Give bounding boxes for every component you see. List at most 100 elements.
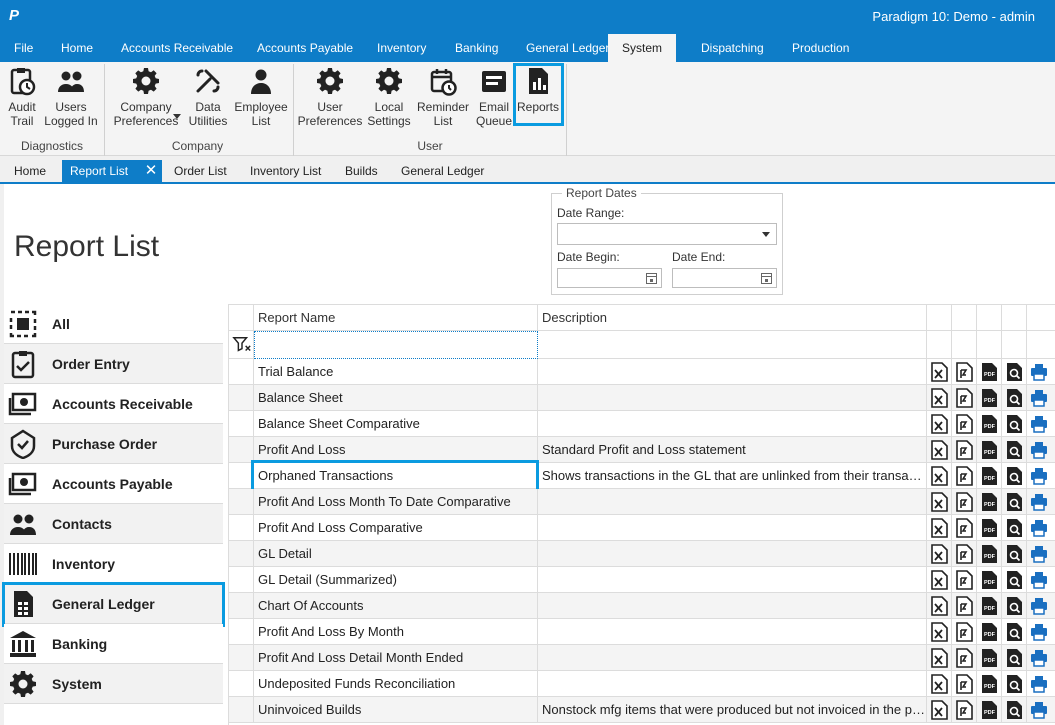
table-row[interactable]: Balance Sheet PDF	[229, 385, 1055, 411]
excel-export-icon[interactable]	[930, 492, 948, 512]
excel-export-icon[interactable]	[930, 700, 948, 720]
print-icon[interactable]	[1030, 362, 1048, 382]
description-cell[interactable]	[538, 489, 927, 514]
word-export-icon[interactable]	[955, 674, 973, 694]
print-icon[interactable]	[1030, 596, 1048, 616]
word-export-icon[interactable]	[955, 570, 973, 590]
preview-icon[interactable]	[1005, 700, 1023, 720]
excel-export-icon[interactable]	[930, 622, 948, 642]
report-name-cell[interactable]: Balance Sheet	[254, 385, 538, 410]
preview-icon[interactable]	[1005, 570, 1023, 590]
preview-icon[interactable]	[1005, 388, 1023, 408]
excel-export-icon[interactable]	[930, 440, 948, 460]
date-range-select[interactable]	[557, 223, 777, 245]
pdf-export-icon[interactable]: PDF	[980, 518, 998, 538]
report-name-cell[interactable]: Balance Sheet Comparative	[254, 411, 538, 436]
word-export-icon[interactable]	[955, 544, 973, 564]
word-export-icon[interactable]	[955, 388, 973, 408]
sidebar-item-contacts[interactable]: Contacts	[4, 504, 223, 544]
menu-dispatching[interactable]: Dispatching	[701, 34, 764, 62]
table-row[interactable]: Trial Balance PDF	[229, 359, 1055, 385]
tab-report-list[interactable]: Report List	[62, 160, 140, 182]
ribbon-employee-list-button[interactable]: Employee List	[226, 66, 296, 128]
table-row[interactable]: Undeposited Funds Reconciliation PDF	[229, 671, 1055, 697]
description-cell[interactable]	[538, 541, 927, 566]
filter-clear-icon[interactable]	[232, 335, 252, 355]
word-export-icon[interactable]	[955, 596, 973, 616]
sidebar-item-general-ledger[interactable]: General Ledger	[2, 582, 225, 627]
table-row[interactable]: Uninvoiced Builds Nonstock mfg items that…	[229, 697, 1055, 723]
description-cell[interactable]	[538, 671, 927, 696]
preview-icon[interactable]	[1005, 544, 1023, 564]
menu-system[interactable]: System	[608, 34, 677, 62]
calendar-icon[interactable]	[646, 273, 657, 284]
table-row[interactable]: Orphaned Transactions Shows transactions …	[229, 460, 1055, 492]
print-icon[interactable]	[1030, 388, 1048, 408]
word-export-icon[interactable]	[955, 466, 973, 486]
report-name-filter-input[interactable]	[254, 331, 538, 359]
excel-export-icon[interactable]	[930, 414, 948, 434]
word-export-icon[interactable]	[955, 492, 973, 512]
report-name-cell[interactable]: GL Detail	[254, 541, 538, 566]
menu-home[interactable]: Home	[61, 34, 93, 62]
word-export-icon[interactable]	[955, 440, 973, 460]
pdf-export-icon[interactable]: PDF	[980, 596, 998, 616]
preview-icon[interactable]	[1005, 674, 1023, 694]
description-cell[interactable]	[538, 515, 927, 540]
tab-order-list[interactable]: Order List	[174, 160, 227, 182]
word-export-icon[interactable]	[955, 362, 973, 382]
preview-icon[interactable]	[1005, 622, 1023, 642]
preview-icon[interactable]	[1005, 362, 1023, 382]
pdf-export-icon[interactable]: PDF	[980, 440, 998, 460]
description-cell[interactable]	[538, 593, 927, 618]
word-export-icon[interactable]	[955, 700, 973, 720]
report-name-cell[interactable]: Profit And Loss Detail Month Ended	[254, 645, 538, 670]
preview-icon[interactable]	[1005, 414, 1023, 434]
description-cell[interactable]	[538, 411, 927, 436]
pdf-export-icon[interactable]: PDF	[980, 362, 998, 382]
dropdown-arrow-icon[interactable]	[762, 232, 770, 237]
pdf-export-icon[interactable]: PDF	[980, 622, 998, 642]
print-icon[interactable]	[1030, 518, 1048, 538]
table-row[interactable]: Profit And Loss Comparative PDF	[229, 515, 1055, 541]
description-cell[interactable]	[538, 385, 927, 410]
description-cell[interactable]: Nonstock mfg items that were produced bu…	[538, 697, 927, 722]
tab-inventory-list[interactable]: Inventory List	[250, 160, 321, 182]
report-name-cell[interactable]: Chart Of Accounts	[254, 593, 538, 618]
preview-icon[interactable]	[1005, 648, 1023, 668]
table-row[interactable]: GL Detail PDF	[229, 541, 1055, 567]
print-icon[interactable]	[1030, 466, 1048, 486]
table-row[interactable]: Chart Of Accounts PDF	[229, 593, 1055, 619]
print-icon[interactable]	[1030, 700, 1048, 720]
report-name-cell[interactable]: GL Detail (Summarized)	[254, 567, 538, 592]
print-icon[interactable]	[1030, 414, 1048, 434]
date-begin-input[interactable]	[557, 268, 662, 288]
excel-export-icon[interactable]	[930, 648, 948, 668]
print-icon[interactable]	[1030, 544, 1048, 564]
description-cell[interactable]	[538, 567, 927, 592]
preview-icon[interactable]	[1005, 440, 1023, 460]
column-header-report-name[interactable]: Report Name	[254, 305, 538, 331]
tab-home[interactable]: Home	[14, 160, 46, 182]
sidebar-item-banking[interactable]: Banking	[4, 624, 223, 664]
pdf-export-icon[interactable]: PDF	[980, 570, 998, 590]
preview-icon[interactable]	[1005, 596, 1023, 616]
word-export-icon[interactable]	[955, 518, 973, 538]
table-row[interactable]: Profit And Loss By Month PDF	[229, 619, 1055, 645]
sidebar-item-order-entry[interactable]: Order Entry	[4, 344, 223, 384]
preview-icon[interactable]	[1005, 466, 1023, 486]
description-cell[interactable]	[538, 645, 927, 670]
pdf-export-icon[interactable]: PDF	[980, 466, 998, 486]
pdf-export-icon[interactable]: PDF	[980, 674, 998, 694]
report-name-cell[interactable]: Uninvoiced Builds	[254, 697, 538, 722]
pdf-export-icon[interactable]: PDF	[980, 544, 998, 564]
description-cell[interactable]	[538, 359, 927, 384]
word-export-icon[interactable]	[955, 622, 973, 642]
column-header-description[interactable]: Description	[538, 305, 927, 331]
close-tab-icon[interactable]: ✕	[140, 160, 162, 182]
menu-banking[interactable]: Banking	[455, 34, 498, 62]
ribbon-users-logged-in-button[interactable]: Users Logged In	[36, 66, 106, 128]
preview-icon[interactable]	[1005, 518, 1023, 538]
menu-file[interactable]: File	[14, 34, 33, 62]
sidebar-item-accounts-payable[interactable]: Accounts Payable	[4, 464, 223, 504]
